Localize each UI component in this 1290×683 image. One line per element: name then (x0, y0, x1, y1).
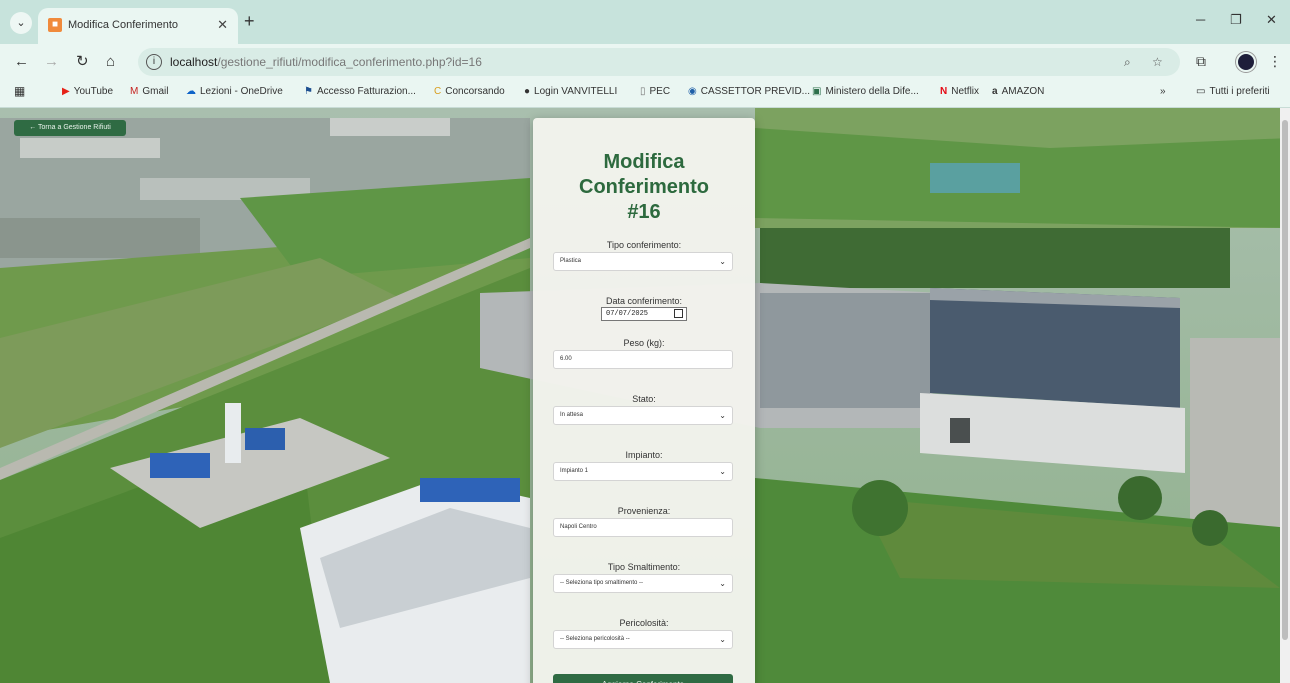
login-icon: ● (524, 86, 531, 97)
new-tab-icon[interactable]: + (244, 12, 255, 30)
tipo-smaltimento-select[interactable]: -- Seleziona tipo smaltimento -- ⌄ (553, 574, 733, 593)
page-viewport: ← Torna a Gestione Rifiuti Modifica Conf… (0, 108, 1290, 683)
tipo-smaltimento-label: Tipo Smaltimento: (607, 562, 681, 572)
bookmarks-bar: ▦ ▶ YouTube M Gmail ☁ Lezioni - OneDrive ⚑ A… (0, 80, 1290, 108)
site-info-icon[interactable]: i (146, 54, 162, 70)
pec-icon: ▯ (640, 86, 646, 97)
more-bookmarks-button[interactable]: » (1160, 86, 1166, 97)
minimize-icon[interactable]: ─ (1196, 12, 1205, 27)
tab-title: Modifica Conferimento (68, 19, 179, 31)
zoom-icon[interactable]: ⌕ (1124, 55, 1131, 70)
menu-kebab-icon[interactable]: ⋮ (1268, 53, 1282, 70)
chevron-down-icon: ⌄ (719, 467, 726, 476)
reload-icon[interactable]: ↻ (76, 53, 89, 71)
netflix-icon: N (940, 86, 948, 97)
address-bar-row: ← → ↻ ⌂ i localhost/gestione_rifiuti/mod… (0, 44, 1290, 80)
bookmark-pec[interactable]: ▯ PEC (640, 86, 670, 97)
pericolosita-select[interactable]: -- Seleziona pericolosità -- ⌄ (553, 630, 733, 649)
chevron-down-icon: ⌄ (719, 579, 726, 588)
tab-search-icon[interactable]: ⌄ (10, 12, 32, 34)
chevron-down-icon: ⌄ (719, 257, 726, 266)
bookmark-star-icon[interactable]: ☆ (1152, 55, 1163, 69)
url-text: localhost/gestione_rifiuti/modifica_conf… (170, 55, 482, 69)
impianto-select[interactable]: Impianto 1 ⌄ (553, 462, 733, 481)
folder-icon: ▭ (1196, 86, 1206, 97)
edit-conferimento-form: Modifica Conferimento #16 Tipo conferime… (533, 118, 755, 683)
amazon-icon: a (992, 86, 998, 97)
bookmark-netflix[interactable]: N Netflix (940, 86, 979, 97)
fatturazione-icon: ⚑ (304, 86, 313, 97)
scrollbar-thumb[interactable] (1282, 120, 1288, 640)
profile-avatar[interactable] (1236, 52, 1256, 72)
bookmark-ministero[interactable]: ▣ Ministero della Dife... (812, 86, 919, 97)
data-conferimento-input[interactable]: 07/07/2025 (601, 307, 687, 321)
peso-label: Peso (kg): (623, 338, 665, 348)
bookmark-onedrive[interactable]: ☁ Lezioni - OneDrive (186, 86, 283, 97)
page-favicon-icon: ■ (48, 18, 62, 32)
chevron-down-icon: ⌄ (719, 635, 726, 644)
peso-input[interactable]: 6.00 (553, 350, 733, 369)
data-conferimento-label: Data conferimento: (605, 296, 683, 306)
close-window-icon[interactable]: ✕ (1266, 12, 1277, 28)
url-input[interactable]: i localhost/gestione_rifiuti/modifica_co… (138, 48, 1180, 76)
apps-grid-icon[interactable]: ▦ (14, 84, 25, 98)
back-icon[interactable]: ← (14, 53, 29, 71)
provenienza-label: Provenienza: (617, 506, 671, 516)
impianto-label: Impianto: (625, 450, 663, 460)
close-tab-icon[interactable]: ✕ (217, 17, 228, 33)
stato-select[interactable]: In attesa ⌄ (553, 406, 733, 425)
browser-tab[interactable]: ■ Modifica Conferimento ✕ (38, 8, 238, 44)
provenienza-input[interactable]: Napoli Centro (553, 518, 733, 537)
concorsando-icon: C (434, 86, 442, 97)
bookmark-gmail[interactable]: M Gmail (130, 86, 168, 97)
forward-icon: → (44, 53, 59, 70)
home-icon[interactable]: ⌂ (106, 53, 115, 71)
chevron-down-icon: ⌄ (719, 411, 726, 420)
aggiorna-conferimento-button[interactable]: Aggiorna Conferimento (553, 674, 733, 683)
maximize-icon[interactable]: ❐ (1230, 12, 1242, 28)
cassettoprevid-icon: ◉ (688, 86, 697, 97)
bookmark-login-vanvitelli[interactable]: ● Login VANVITELLI (524, 86, 617, 97)
ministero-icon: ▣ (812, 86, 822, 97)
tipo-conferimento-label: Tipo conferimento: (606, 240, 682, 250)
page-scrollbar[interactable] (1280, 108, 1290, 683)
bookmark-amazon[interactable]: a AMAZON (992, 86, 1044, 97)
pericolosita-label: Pericolosità: (619, 618, 669, 628)
calendar-icon[interactable] (674, 309, 683, 318)
browser-tab-bar: ⌄ ■ Modifica Conferimento ✕ + ─ ❐ ✕ (0, 0, 1290, 44)
onedrive-icon: ☁ (186, 86, 196, 97)
youtube-icon: ▶ (62, 86, 70, 97)
bookmark-cassetto-previd[interactable]: ◉ CASSETTOR PREVID... (688, 86, 810, 97)
stato-label: Stato: (632, 394, 656, 404)
back-to-gestione-rifiuti-button[interactable]: ← Torna a Gestione Rifiuti (14, 120, 126, 136)
tipo-conferimento-select[interactable]: Plastica ⌄ (553, 252, 733, 271)
bookmark-concorsando[interactable]: C Concorsando (434, 86, 505, 97)
bookmark-fatturazione[interactable]: ⚑ Accesso Fatturazion... (304, 86, 416, 97)
page-title: Modifica Conferimento #16 (579, 151, 709, 223)
extensions-icon[interactable]: ⧉ (1196, 53, 1206, 70)
bookmark-youtube[interactable]: ▶ YouTube (62, 86, 113, 97)
all-bookmarks-folder[interactable]: ▭ Tutti i preferiti (1196, 86, 1270, 97)
gmail-icon: M (130, 86, 139, 97)
